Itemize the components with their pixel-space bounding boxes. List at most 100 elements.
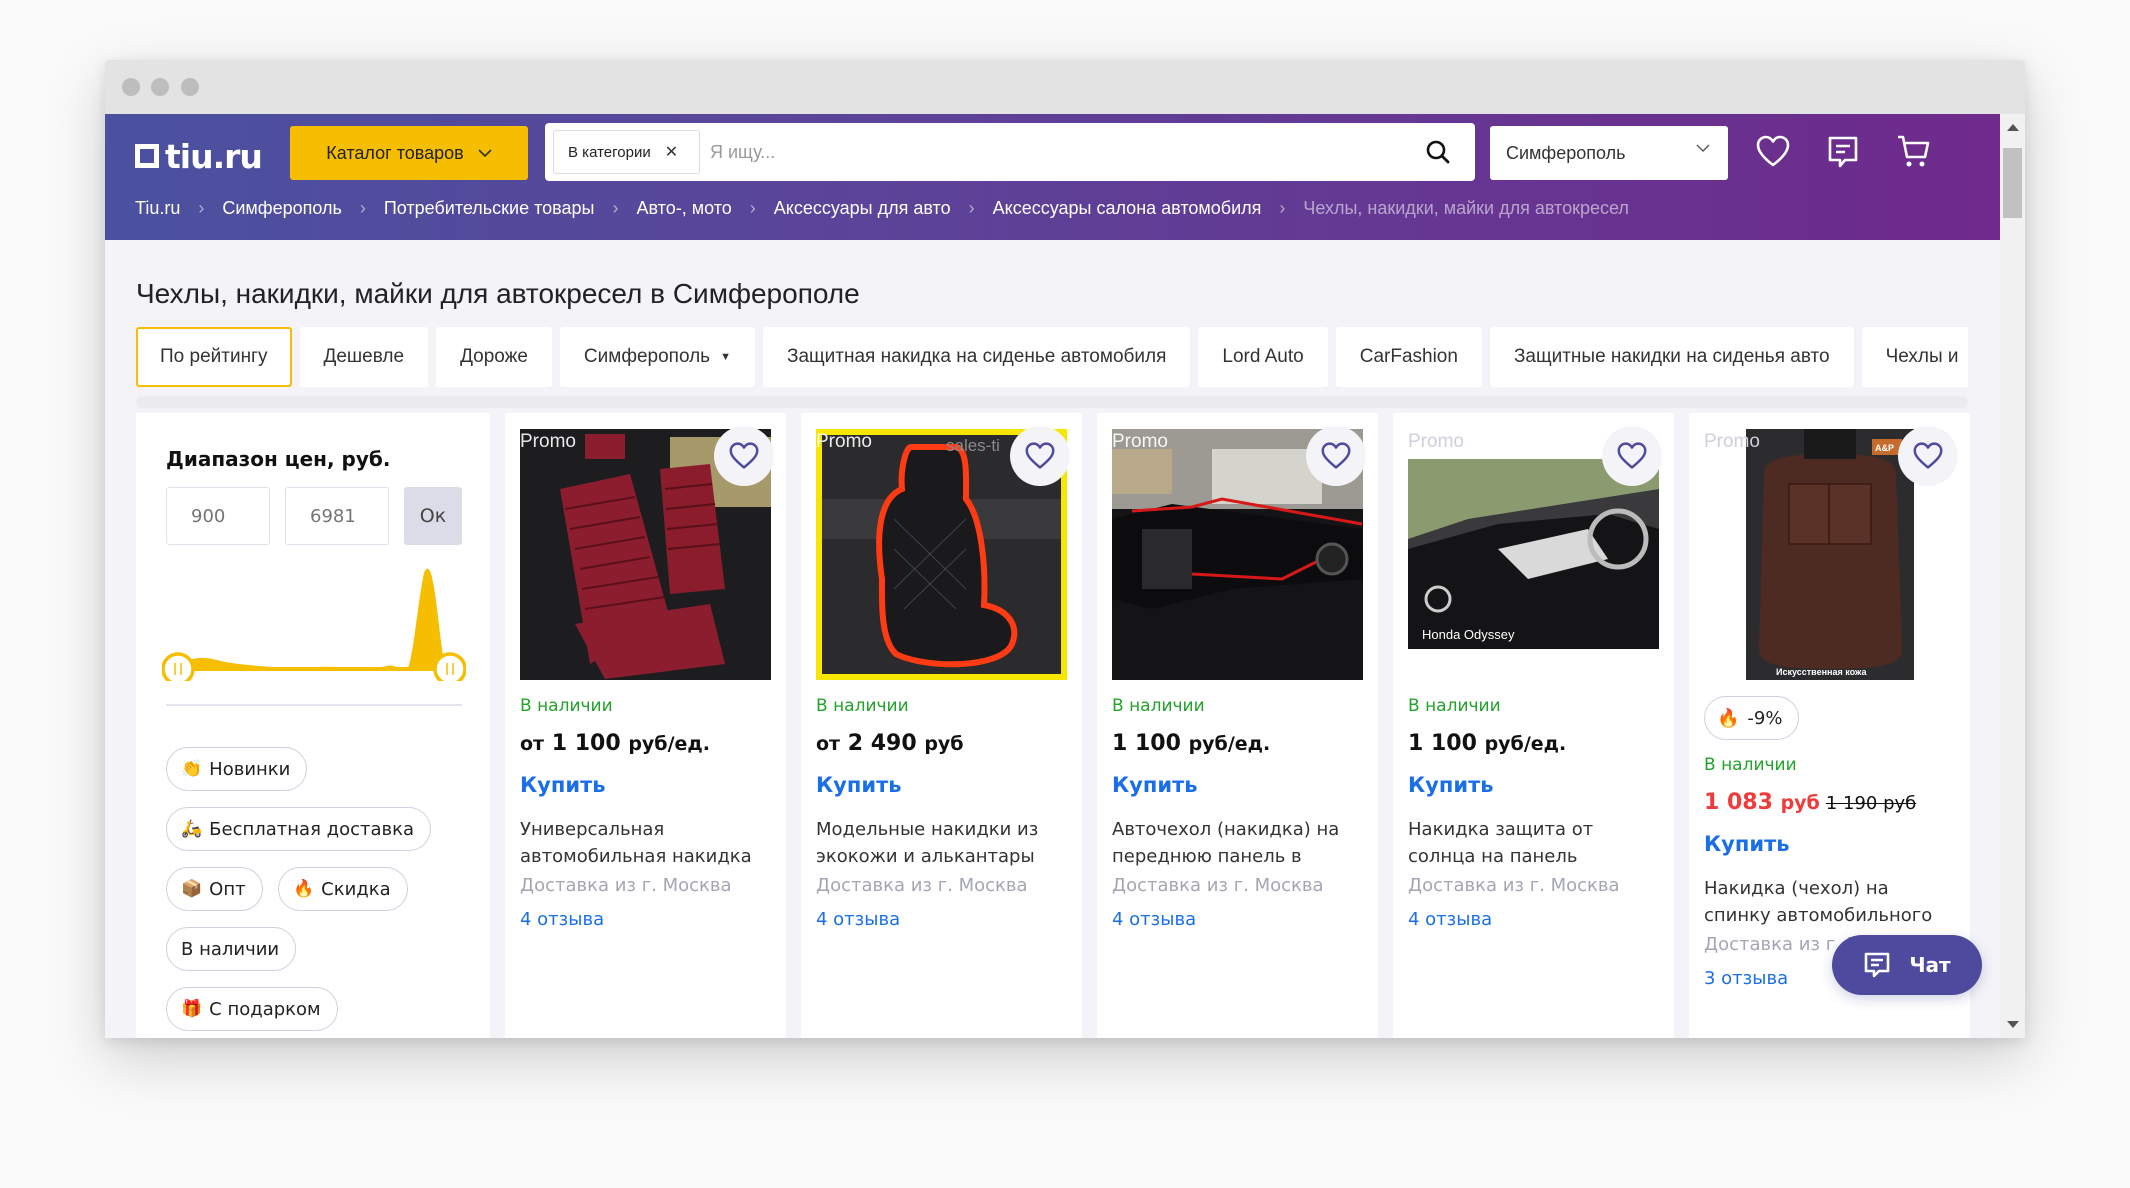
heart-icon [1025,442,1055,469]
chip-tag[interactable]: Чехлы и [1861,327,1968,387]
chip-label: Lord Auto [1222,346,1304,367]
heart-icon[interactable] [1755,134,1791,170]
delivery-info: Доставка из г. Москва [1112,875,1324,896]
sort-filter-chips: По рейтингу Дешевле Дороже Симферополь ▼ Защи… [136,327,1968,391]
favorite-button[interactable] [1602,426,1662,486]
messages-icon[interactable] [1825,134,1861,170]
favorite-button[interactable] [1306,426,1366,486]
chevron-right-icon: › [359,198,366,218]
chip-sort-cheaper[interactable]: Дешевле [299,327,429,387]
product-card[interactable]: Honda Odyssey Promo В наличии 1 100 руб/… [1393,413,1674,1038]
tag-discount[interactable]: 🔥 Скидка [278,867,408,911]
fire-icon: 🔥 [1717,707,1740,729]
price-histogram-slider [162,568,466,681]
breadcrumb-item[interactable]: Авто-, мото [637,198,732,219]
price-max-input[interactable] [285,487,389,545]
close-icon[interactable]: ✕ [665,142,678,162]
vertical-scrollbar[interactable] [2000,114,2025,1038]
buy-button[interactable]: Купить [1704,832,1790,856]
site-header: tiu.ru Каталог товаров В категории ✕ Сим… [105,114,2000,240]
product-name[interactable]: Универсальная автомобильная накидка на [520,816,775,870]
reviews-link[interactable]: 4 отзыва [816,909,900,930]
scroll-down-arrow-icon[interactable] [2007,1021,2019,1028]
tag-label: С подарком [209,998,321,1020]
product-card[interactable]: sales-ti Promo В наличии от 2 490 руб Ку… [801,413,1082,1038]
chip-label: Симферополь [583,346,711,367]
tag-label: Новинки [209,758,291,780]
chip-city[interactable]: Симферополь ▼ [559,327,755,387]
favorite-button[interactable] [1010,426,1070,486]
chip-sort-rating[interactable]: По рейтингу [136,327,292,387]
buy-button[interactable]: Купить [816,773,902,797]
breadcrumb-item[interactable]: Аксессуары салона автомобиля [993,198,1262,219]
reviews-link[interactable]: 4 отзыва [1112,909,1196,930]
reviews-link[interactable]: 3 отзыва [1704,968,1788,989]
product-price: 1 100 руб/ед. [1112,731,1271,756]
price-min-input[interactable] [166,487,270,545]
breadcrumb-item[interactable]: Tiu.ru [135,198,180,219]
product-name[interactable]: Модельные накидки из экокожи и алькантар… [816,816,1071,870]
product-name[interactable]: Накидка (чехол) на спинку автомобильного… [1704,875,1959,929]
window-minimize-dot[interactable] [151,78,169,96]
site-logo[interactable]: tiu.ru [135,136,263,176]
stock-status: В наличии [816,696,909,716]
chat-button[interactable]: Чат [1832,935,1982,995]
scrollbar-thumb[interactable] [2003,148,2022,218]
product-name[interactable]: Накидка защита от солнца на панель прибо… [1408,816,1663,870]
heart-icon [729,442,759,469]
chip-tag[interactable]: Защитная накидка на сиденье автомобиля [762,327,1191,387]
search-category-chip[interactable]: В категории ✕ [553,130,700,174]
package-icon: 📦 [181,879,203,899]
favorite-button[interactable] [1898,426,1958,486]
tag-new[interactable]: 👏 Новинки [166,747,308,791]
tag-in-stock[interactable]: В наличии [166,927,297,971]
stock-status: В наличии [1408,696,1501,716]
breadcrumb-item[interactable]: Симферополь [222,198,342,219]
reviews-link[interactable]: 4 отзыва [520,909,604,930]
chips-horizontal-scrollbar[interactable] [136,396,1968,408]
search-icon[interactable] [1425,139,1451,165]
search-input[interactable] [710,123,1390,181]
breadcrumb-item[interactable]: Аксессуары для авто [774,198,951,219]
city-select[interactable]: Симферополь [1490,126,1728,180]
window-close-dot[interactable] [122,78,140,96]
buy-button[interactable]: Купить [1112,773,1198,797]
window-maximize-dot[interactable] [181,78,199,96]
price-slider-min-handle[interactable] [162,652,195,681]
tag-label: В наличии [181,938,280,960]
chip-tag[interactable]: Защитные накидки на сиденья авто [1489,327,1854,387]
buy-button[interactable]: Купить [520,773,606,797]
logo-text: tiu.ru [165,136,263,176]
promo-label: Promo [816,431,872,452]
breadcrumb-current: Чехлы, накидки, майки для автокресел [1303,198,1629,218]
product-name[interactable]: Авточехол (накидка) на переднюю панель в [1112,816,1367,870]
product-card[interactable]: Promo В наличии 1 100 руб/ед. Купить Авт… [1097,413,1378,1038]
catalog-button[interactable]: Каталог товаров [290,126,528,180]
chip-sort-expensive[interactable]: Дороже [436,327,552,387]
tag-free-delivery[interactable]: 🛵 Бесплатная доставка [166,807,432,851]
tag-wholesale[interactable]: 📦 Опт [166,867,263,911]
price-range-title: Диапазон цен, руб. [166,447,391,471]
chat-icon [1865,952,1890,978]
product-card[interactable]: Promo В наличии от 1 100 руб/ед. Купить … [505,413,786,1038]
caret-down-icon: ▼ [720,351,731,363]
price-slider-max-handle[interactable] [433,652,466,681]
page-title: Чехлы, накидки, майки для автокресел в С… [136,278,860,309]
buy-button[interactable]: Купить [1408,773,1494,797]
image-badge: A&P [1875,443,1894,453]
tag-with-gift[interactable]: 🎁 С подарком [166,987,338,1031]
city-select-value: Симферополь [1506,142,1626,163]
favorite-button[interactable] [714,426,774,486]
filters-sidebar: Диапазон цен, руб. Ок 👏 Новинки 🛵 Бесплатн… [136,413,490,1038]
chevron-down-icon [1696,140,1710,156]
product-price: 1 100 руб/ед. [1408,731,1567,756]
breadcrumb-item[interactable]: Потребительские товары [384,198,595,219]
reviews-link[interactable]: 4 отзыва [1408,909,1492,930]
cart-icon[interactable] [1895,134,1931,170]
chip-tag[interactable]: Lord Auto [1198,327,1328,387]
scroll-up-arrow-icon[interactable] [2007,124,2019,131]
chevron-right-icon: › [749,198,756,218]
promo-label: Promo [1112,431,1168,452]
price-ok-button[interactable]: Ок [404,487,462,545]
chip-tag[interactable]: CarFashion [1335,327,1482,387]
